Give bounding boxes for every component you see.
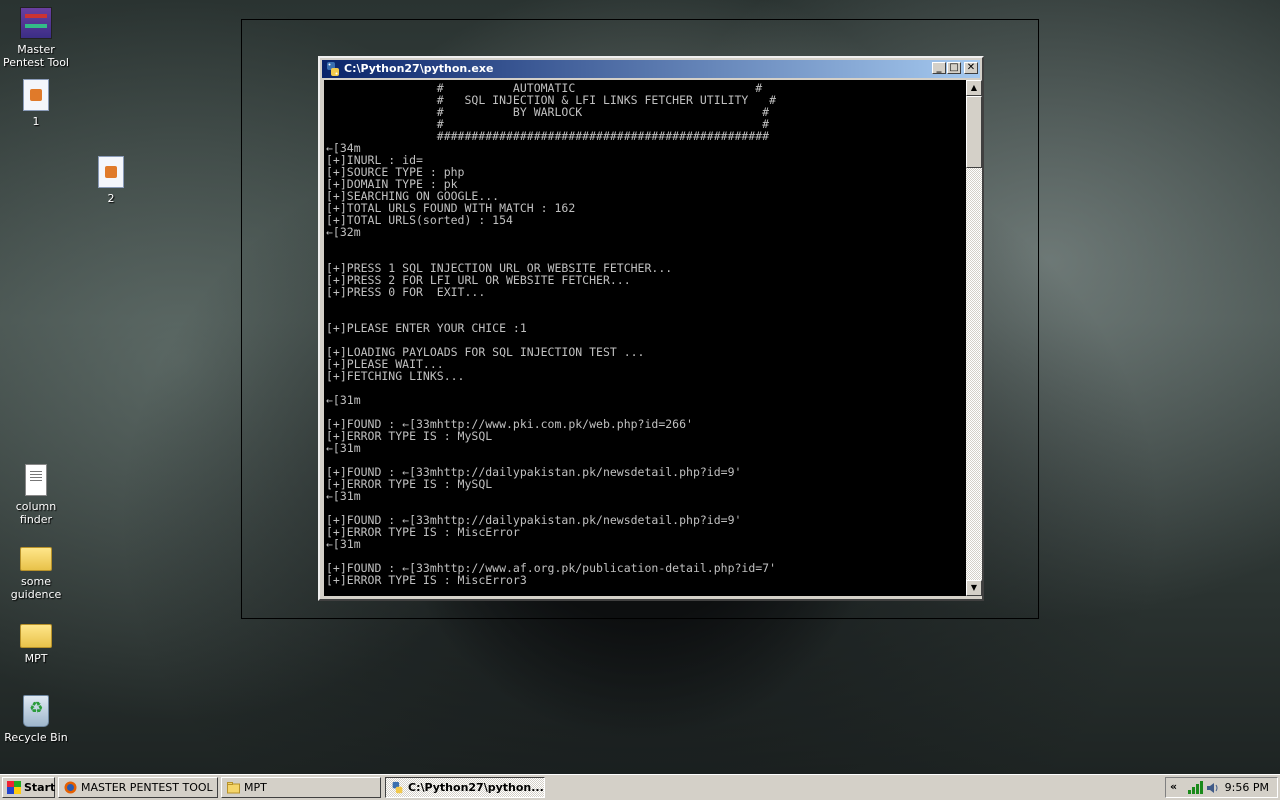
desktop-icon-label: Master Pentest Tool — [3, 43, 69, 69]
minimize-icon: _ — [936, 62, 942, 73]
folder-icon — [20, 547, 52, 571]
close-button[interactable]: ✕ — [964, 62, 978, 74]
desktop-icon-column-finder[interactable]: column finder — [0, 464, 74, 526]
title-bar[interactable]: C:\Python27\python.exe _ □ ✕ — [322, 60, 980, 78]
desktop-icon-some-guidence[interactable]: some guidence — [0, 541, 74, 601]
desktop-icon-label: 1 — [32, 115, 40, 128]
image-file-icon — [98, 156, 124, 188]
windows-flag-icon — [7, 781, 21, 794]
scroll-up-button[interactable]: ▲ — [966, 80, 982, 96]
start-label: Start — [24, 781, 56, 794]
task-button-master-pentest-tool[interactable]: MASTER PENTEST TOOL ... — [58, 777, 218, 798]
desktop-icon-1[interactable]: 1 — [0, 79, 74, 128]
network-signal-icon[interactable] — [1188, 778, 1204, 797]
python-icon — [392, 781, 403, 794]
python-icon — [327, 62, 339, 76]
taskbar: Start MASTER PENTEST TOOL ... MPT C:\Pyt… — [0, 774, 1280, 800]
desktop-icon-mpt[interactable]: MPT — [0, 618, 74, 665]
speaker-volume-icon[interactable] — [1206, 781, 1220, 795]
winrar-archive-icon — [20, 7, 52, 39]
desktop-icon-label: column finder — [15, 500, 57, 526]
desktop-icon-recycle-bin[interactable]: Recycle Bin — [0, 695, 74, 744]
system-tray: « 9:56 PM — [1165, 777, 1278, 798]
start-button[interactable]: Start — [2, 777, 55, 798]
desktop-icon-label: 2 — [107, 192, 115, 205]
clock[interactable]: 9:56 PM — [1225, 781, 1269, 794]
task-label: MPT — [244, 781, 267, 794]
desktop-icon-label: Recycle Bin — [4, 731, 68, 744]
task-button-python[interactable]: C:\Python27\python.... — [385, 777, 545, 798]
window-title: C:\Python27\python.exe — [344, 62, 494, 75]
close-icon: ✕ — [966, 62, 976, 73]
desktop-icon-master-pentest-tool[interactable]: Master Pentest Tool — [0, 7, 74, 69]
desktop-icon-label: some guidence — [10, 575, 62, 601]
maximize-button[interactable]: □ — [947, 62, 961, 74]
desktop-icon-2[interactable]: 2 — [73, 156, 149, 205]
firefox-icon — [64, 781, 77, 794]
scroll-thumb[interactable] — [966, 96, 982, 168]
console-text: # AUTOMATIC # # SQL INJECTION & LFI LINK… — [326, 81, 777, 596]
task-label: MASTER PENTEST TOOL ... — [81, 781, 218, 794]
folder-icon — [227, 782, 240, 794]
console-output[interactable]: # AUTOMATIC # # SQL INJECTION & LFI LINK… — [324, 80, 966, 596]
recycle-bin-icon — [23, 695, 49, 727]
folder-icon — [20, 624, 52, 648]
image-file-icon — [23, 79, 49, 111]
console-window[interactable]: C:\Python27\python.exe _ □ ✕ # AUTOMATIC… — [318, 56, 984, 601]
scroll-down-button[interactable]: ▼ — [966, 580, 982, 596]
desktop-icon-label: MPT — [24, 652, 48, 665]
vertical-scrollbar[interactable]: ▲ ▼ — [966, 80, 982, 596]
task-button-mpt[interactable]: MPT — [221, 777, 381, 798]
text-document-icon — [25, 464, 47, 496]
task-label: C:\Python27\python.... — [408, 781, 545, 794]
show-hidden-icons-button[interactable]: « — [1170, 780, 1177, 793]
minimize-button[interactable]: _ — [932, 62, 946, 74]
maximize-icon: □ — [949, 62, 959, 73]
